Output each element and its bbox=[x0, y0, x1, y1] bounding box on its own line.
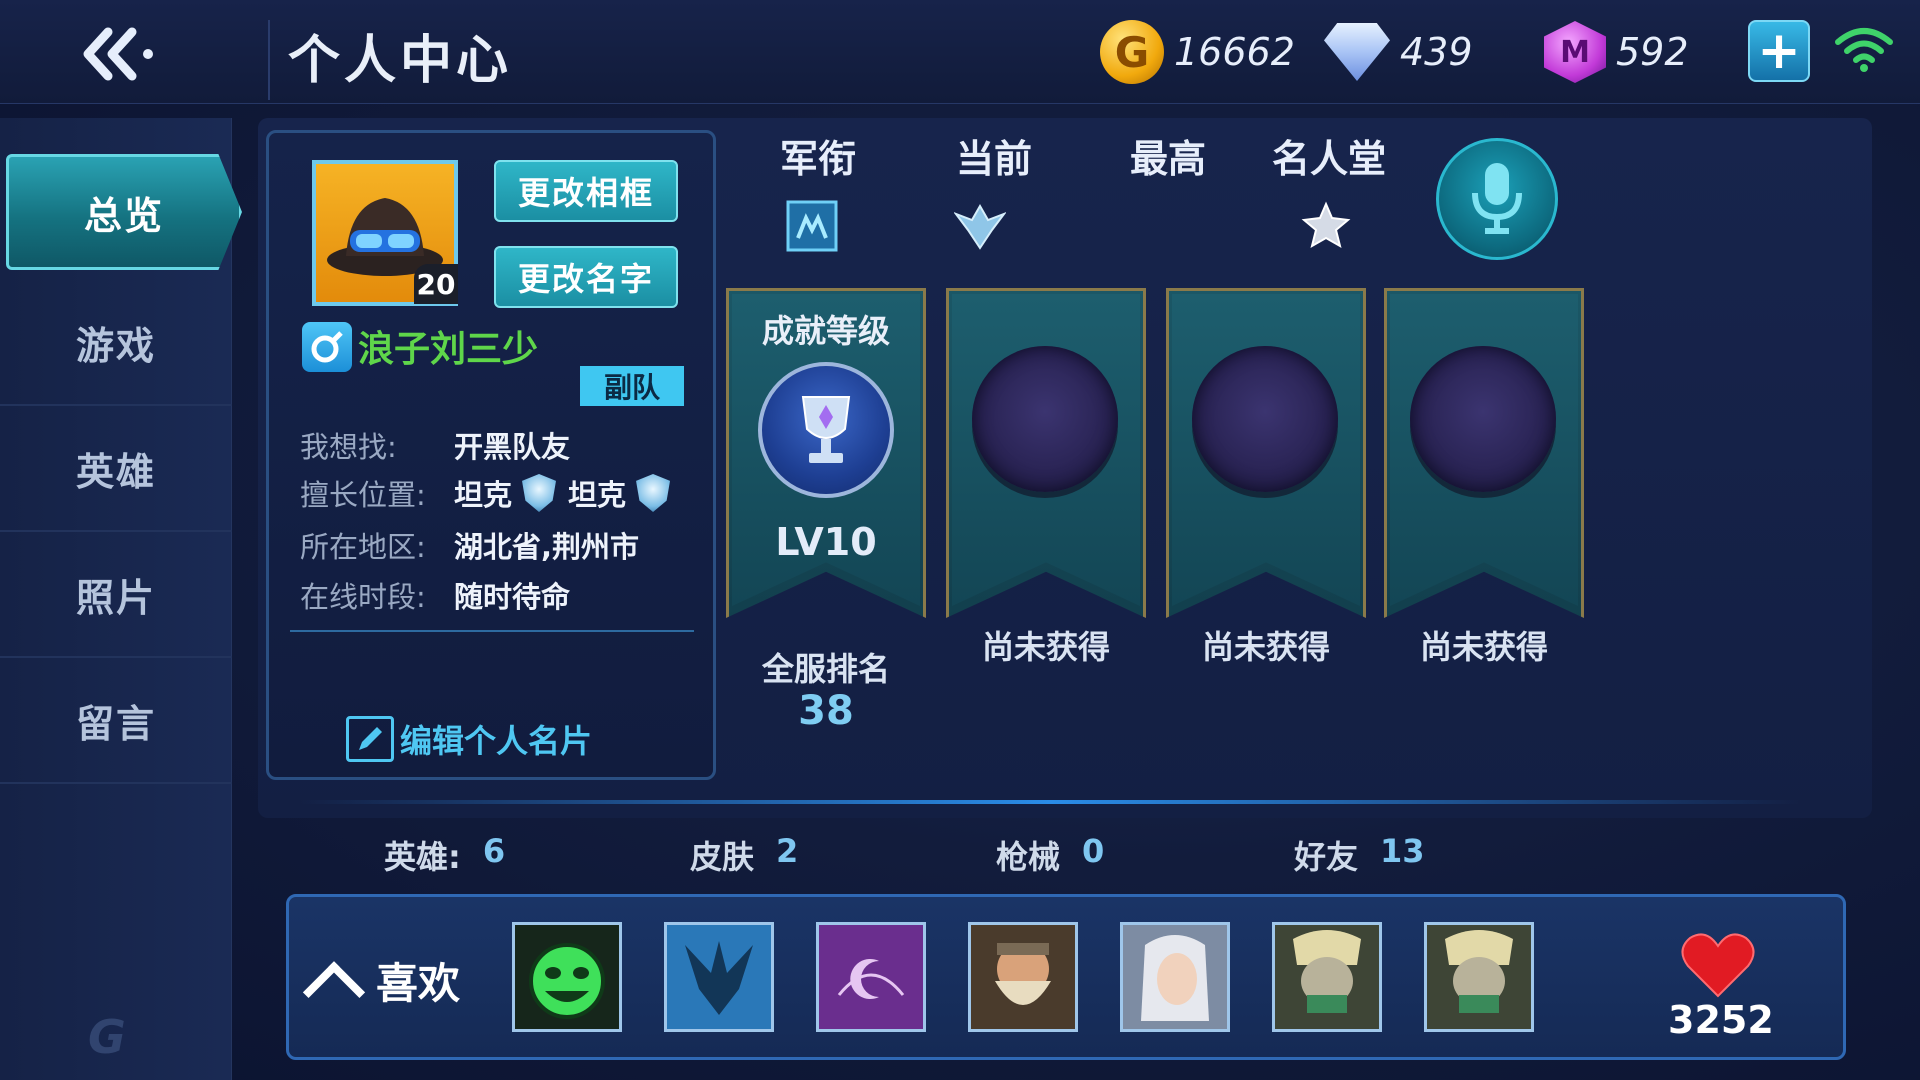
not-obtained-label: 尚未获得 bbox=[1419, 628, 1548, 666]
military-rank-icon bbox=[786, 200, 838, 252]
looking-for-row: 我想找: 开黑队友 bbox=[300, 424, 570, 466]
region-row: 所在地区: 湖北省,荆州市 bbox=[300, 524, 639, 566]
wifi-icon bbox=[1834, 26, 1894, 74]
not-obtained-label: 尚未获得 bbox=[1201, 628, 1330, 666]
gold-currency: G 16662 bbox=[1100, 20, 1295, 84]
tank-shield-icon bbox=[636, 474, 671, 512]
stat-friends-label: 好友 bbox=[1294, 838, 1359, 876]
blue-winged-emblem-icon bbox=[667, 925, 771, 1029]
liked-hero-thumb[interactable] bbox=[1272, 922, 1382, 1032]
edit-card-label: 编辑个人名片 bbox=[400, 722, 593, 760]
sidebar-item-messages[interactable]: 留言 bbox=[0, 658, 232, 784]
liked-hero-thumb[interactable] bbox=[1120, 922, 1230, 1032]
liked-hero-thumb[interactable] bbox=[664, 922, 774, 1032]
liked-hero-thumb[interactable] bbox=[968, 922, 1078, 1032]
stat-friends: 好友 13 bbox=[1294, 832, 1425, 878]
hall-of-fame-icon bbox=[1301, 201, 1351, 249]
liked-hero-thumb[interactable] bbox=[816, 922, 926, 1032]
liked-hero-thumb[interactable] bbox=[1424, 922, 1534, 1032]
achievement-level-title: 成就等级 bbox=[761, 312, 890, 350]
diamond-currency: 439 bbox=[1324, 22, 1473, 82]
dwarf-warrior-hero-icon bbox=[971, 925, 1075, 1029]
masked-skull-hero-icon bbox=[1275, 925, 1379, 1029]
team-role-badge: 副队 bbox=[580, 366, 684, 406]
military-rank-label: 军衔 bbox=[780, 137, 857, 181]
stat-friends-value: 13 bbox=[1380, 832, 1425, 870]
sidebar-item-game[interactable]: 游戏 bbox=[0, 280, 232, 406]
region-label: 所在地区: bbox=[300, 530, 426, 564]
masked-skull-hero-icon bbox=[1427, 925, 1531, 1029]
stat-heroes: 英雄: 6 bbox=[384, 832, 505, 878]
stat-heroes-value: 6 bbox=[482, 832, 506, 870]
position-label: 擅长位置: bbox=[300, 478, 426, 512]
hall-of-fame-label: 名人堂 bbox=[1272, 137, 1387, 181]
likes-label: 喜欢 bbox=[376, 959, 461, 1008]
region-value: 湖北省,荆州市 bbox=[454, 530, 640, 564]
empty-medal-icon bbox=[972, 346, 1118, 492]
sidebar-item-overview[interactable]: 总览 bbox=[6, 154, 242, 270]
current-rank-label: 当前 bbox=[956, 137, 1033, 181]
back-button[interactable] bbox=[70, 22, 166, 86]
purple-gem-icon: M bbox=[1544, 21, 1606, 83]
game-logo: G bbox=[88, 1010, 126, 1064]
position-value-1: 坦克 bbox=[454, 478, 513, 512]
empty-medal-icon bbox=[1192, 346, 1338, 492]
title-divider bbox=[268, 20, 270, 100]
gold-value: 16662 bbox=[1174, 30, 1295, 74]
heart-icon[interactable] bbox=[1680, 930, 1756, 1000]
voice-button[interactable] bbox=[1436, 138, 1558, 260]
looking-for-value: 开黑队友 bbox=[454, 430, 571, 464]
card-divider bbox=[290, 630, 694, 632]
not-obtained-label: 尚未获得 bbox=[981, 628, 1110, 666]
add-currency-button[interactable]: + bbox=[1748, 20, 1810, 82]
green-bomb-hero-icon bbox=[515, 925, 619, 1029]
online-time-label: 在线时段: bbox=[300, 580, 426, 614]
server-rank-value: 38 bbox=[798, 688, 854, 734]
trophy-icon bbox=[758, 362, 894, 498]
diamond-value: 439 bbox=[1400, 30, 1473, 74]
diamond-icon bbox=[1324, 23, 1390, 81]
gem-currency: M 592 bbox=[1544, 21, 1689, 83]
online-time-value: 随时待命 bbox=[454, 580, 571, 614]
top-bar: 个人中心 G 16662 439 M 592 + bbox=[0, 0, 1920, 104]
avatar-level-badge: 20 bbox=[414, 264, 458, 304]
sidebar-item-heroes[interactable]: 英雄 bbox=[0, 406, 232, 532]
achievement-level-value: LV10 bbox=[775, 520, 877, 564]
tank-shield-icon bbox=[522, 474, 557, 512]
stat-heroes-label: 英雄: bbox=[384, 838, 461, 876]
like-count: 3252 bbox=[1668, 998, 1774, 1042]
sidebar-item-photos[interactable]: 照片 bbox=[0, 532, 232, 658]
gem-value: 592 bbox=[1616, 30, 1689, 74]
stat-skins: 皮肤 2 bbox=[690, 832, 798, 878]
gold-coin-icon: G bbox=[1100, 20, 1164, 84]
change-name-button[interactable]: 更改名字 bbox=[494, 246, 678, 308]
looking-for-label: 我想找: bbox=[300, 430, 397, 464]
change-frame-button[interactable]: 更改相框 bbox=[494, 160, 678, 222]
stat-weapons-label: 枪械 bbox=[996, 838, 1061, 876]
edit-card-button[interactable]: 编辑个人名片 bbox=[346, 716, 592, 762]
highest-rank-label: 最高 bbox=[1130, 137, 1207, 181]
male-gender-icon bbox=[302, 322, 352, 372]
double-chevron-left-icon bbox=[83, 27, 153, 81]
current-rank-wing-icon bbox=[954, 203, 1006, 250]
stat-skins-value: 2 bbox=[776, 832, 799, 870]
server-rank-label: 全服排名 bbox=[761, 650, 890, 688]
white-haired-hero-icon bbox=[1123, 925, 1227, 1029]
empty-medal-icon bbox=[1410, 346, 1556, 492]
position-row: 擅长位置: 坦克 坦克 bbox=[300, 472, 682, 514]
edit-pencil-icon bbox=[346, 716, 394, 762]
glow-divider bbox=[300, 800, 1800, 804]
player-nickname: 浪子刘三少 bbox=[358, 329, 539, 370]
liked-hero-thumb[interactable] bbox=[512, 922, 622, 1032]
purple-moon-emblem-icon bbox=[819, 925, 923, 1029]
microphone-icon bbox=[1472, 163, 1522, 234]
likes-toggle-button[interactable]: 喜欢 bbox=[302, 950, 461, 1023]
position-value-2: 坦克 bbox=[568, 478, 627, 512]
stat-weapons-value: 0 bbox=[1082, 832, 1105, 870]
stat-weapons: 枪械 0 bbox=[996, 832, 1104, 878]
online-row: 在线时段: 随时待命 bbox=[300, 574, 570, 616]
stat-skins-label: 皮肤 bbox=[690, 838, 755, 876]
page-title: 个人中心 bbox=[288, 31, 513, 91]
